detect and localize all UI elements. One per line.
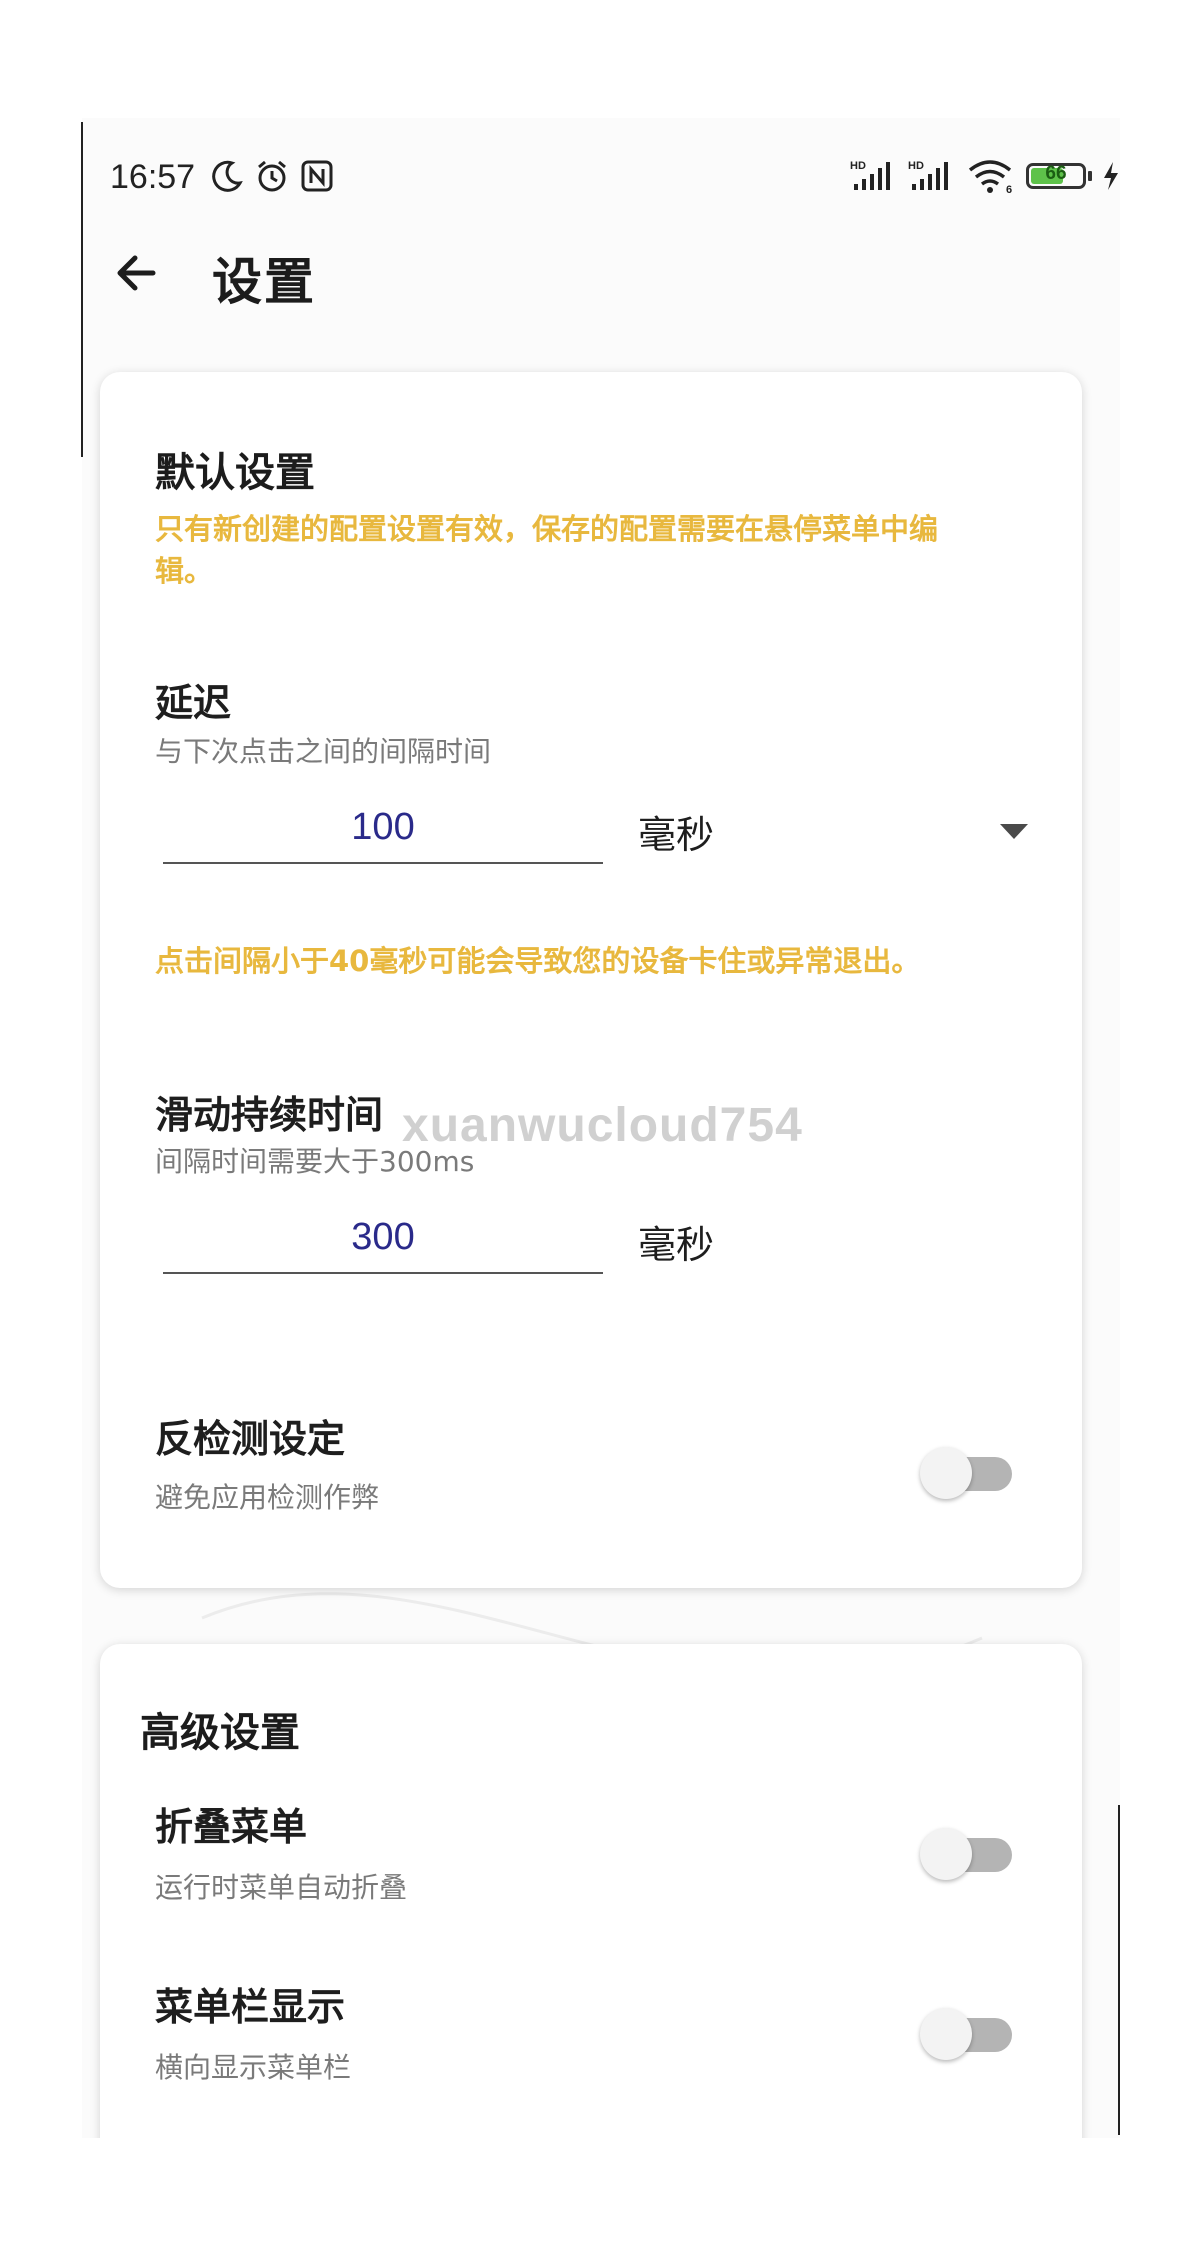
anti-detection-title: 反检测设定 [155,1417,346,1461]
toggle-thumb [920,1447,972,1499]
default-settings-title: 默认设置 [155,450,315,496]
watermark: xuanwucloud754 [402,1099,803,1152]
advanced-settings-title: 高级设置 [140,1710,300,1756]
menu-bar-title: 菜单栏显示 [155,1985,346,2029]
arrow-left-icon [117,255,156,291]
moon-icon [212,160,243,192]
signal-hd-icon: HD [908,160,948,190]
delay-subtitle: 与下次点击之间的间隔时间 [155,735,492,768]
default-settings-note-line2: 辑。 [155,554,214,588]
menu-bar-toggle[interactable] [920,2008,1014,2060]
status-time: 16:57 [110,158,196,196]
page: 16:57 HD HD 6 66 设置 默认设置 只有新创建的配置设置有效，保存… [0,0,1200,2261]
wifi-badge: 6 [1006,184,1012,194]
delay-input[interactable] [163,792,603,864]
alarm-icon [258,160,286,192]
delay-warning: 点击间隔小于40毫秒可能会导致您的设备卡住或异常退出。 [155,944,921,978]
toggle-thumb [920,2008,972,2060]
status-icons-left [210,156,334,196]
status-bar: 16:57 HD HD 6 66 [82,136,1120,206]
charging-icon [1104,162,1118,190]
delay-title: 延迟 [155,681,232,725]
advanced-settings-card: 高级设置 折叠菜单 运行时菜单自动折叠 菜单栏显示 横向显示菜单栏 [100,1644,1082,2138]
phone-screen: 16:57 HD HD 6 66 设置 默认设置 只有新创建的配置设置有效，保存… [82,118,1120,2138]
signal-hd-icon: HD [850,160,890,190]
battery-cap [1088,171,1092,181]
network-label-2: HD [908,160,924,172]
swipe-duration-unit: 毫秒 [638,1223,715,1267]
default-settings-note-line1: 只有新创建的配置设置有效，保存的配置需要在悬停菜单中编 [155,512,939,546]
toggle-thumb [920,1828,972,1880]
network-label-1: HD [850,160,866,172]
frame-edge-left [81,122,83,457]
battery-level: 66 [1045,163,1067,184]
nfc-icon [301,160,333,192]
frame-edge-right [1118,1805,1120,2135]
back-button[interactable] [102,238,172,308]
page-title: 设置 [212,253,316,311]
anti-detection-subtitle: 避免应用检测作弊 [155,1481,380,1514]
wifi-icon: 6 [968,160,1012,194]
anti-detection-toggle[interactable] [920,1447,1014,1499]
fold-menu-subtitle: 运行时菜单自动折叠 [155,1871,408,1904]
battery-icon: 66 [1026,163,1086,189]
default-settings-card: 默认设置 只有新创建的配置设置有效，保存的配置需要在悬停菜单中编 辑。 延迟 与… [100,372,1082,1588]
menu-bar-subtitle: 横向显示菜单栏 [155,2051,352,2084]
swipe-duration-input[interactable] [163,1202,603,1274]
chevron-down-icon[interactable] [1000,824,1028,839]
status-icons-right: HD HD 6 66 [850,154,1120,198]
fold-menu-toggle[interactable] [920,1828,1014,1880]
fold-menu-title: 折叠菜单 [155,1805,308,1849]
swipe-duration-title: 滑动持续时间 [155,1093,384,1137]
delay-unit-select[interactable]: 毫秒 [638,804,714,859]
